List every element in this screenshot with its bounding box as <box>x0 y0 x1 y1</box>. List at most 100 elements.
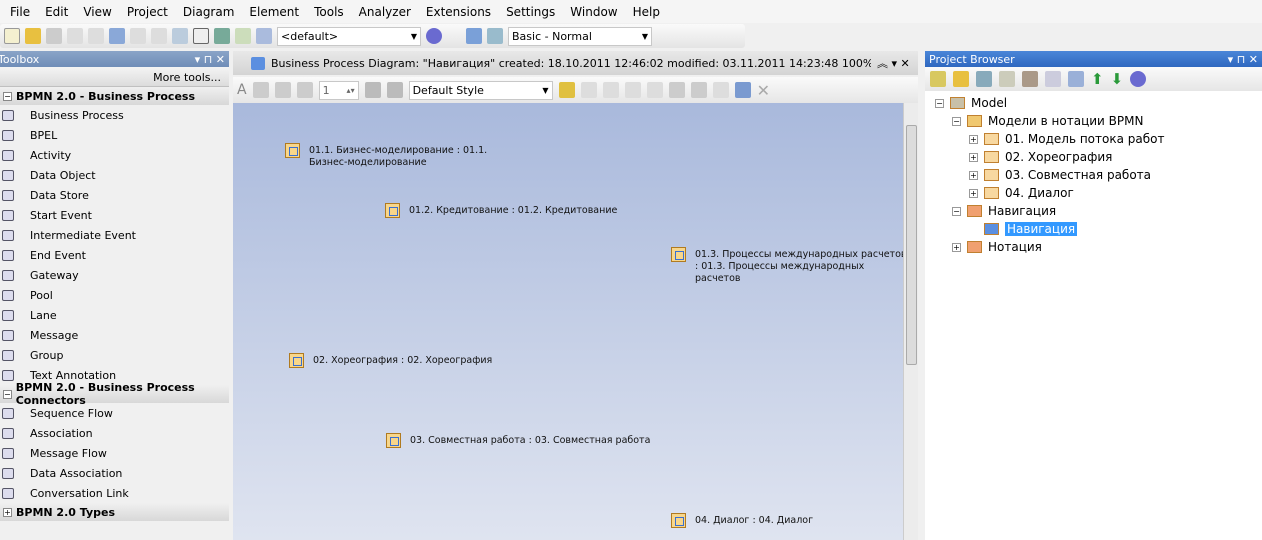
line-width-stepper[interactable]: 1 ▴▾ <box>318 80 359 100</box>
toolbox-item[interactable]: Conversation Link <box>0 483 229 503</box>
panel-controls[interactable]: ▾ ⊓ ✕ <box>1228 53 1258 66</box>
expand-icon[interactable]: + <box>969 170 978 180</box>
toolbox-item[interactable]: Association <box>0 423 229 443</box>
diagram-node[interactable]: 02. Хореография : 02. Хореография <box>289 353 589 368</box>
align-right-icon[interactable] <box>602 82 619 98</box>
tab-controls[interactable]: ︽ ▾ ✕ <box>877 55 910 71</box>
expand-icon[interactable]: + <box>3 507 12 517</box>
layout-icon[interactable] <box>712 82 729 98</box>
expand-icon[interactable] <box>969 225 978 234</box>
copy-icon[interactable] <box>88 28 104 44</box>
scroll-thumb[interactable] <box>906 125 917 365</box>
print-icon[interactable] <box>214 28 230 44</box>
menu-tools[interactable]: Tools <box>314 5 344 19</box>
cut-icon[interactable] <box>67 28 83 44</box>
page-setup-icon[interactable] <box>193 28 209 44</box>
tree-item[interactable]: Навигация <box>969 220 1078 238</box>
menu-element[interactable]: Element <box>249 5 299 19</box>
toolbox-group-header[interactable]: − BPMN 2.0 - Business Process <box>0 87 229 105</box>
redo-icon[interactable] <box>151 28 167 44</box>
menu-settings[interactable]: Settings <box>506 5 555 19</box>
expand-icon[interactable]: − <box>3 389 12 399</box>
expand-icon[interactable]: − <box>952 116 961 126</box>
diagram-node[interactable]: 01.3. Процессы международных расчетов : … <box>671 247 911 285</box>
font-color-icon[interactable] <box>252 82 269 98</box>
toolbox-item[interactable]: Data Store <box>0 185 229 205</box>
toolbox-item[interactable]: Data Object <box>0 165 229 185</box>
toolbox-group-header[interactable]: − BPMN 2.0 - Business Process Connectors <box>0 381 229 407</box>
diagram-node[interactable]: 03. Совместная работа : 03. Совместная р… <box>386 433 686 448</box>
new-diagram-icon[interactable] <box>976 71 992 87</box>
format-painter-icon[interactable] <box>364 82 381 98</box>
find-icon[interactable] <box>235 28 251 44</box>
print-preview-icon[interactable] <box>172 28 188 44</box>
more-tools-button[interactable]: More tools... <box>0 67 229 87</box>
diagram-canvas[interactable]: 01.1. Бизнес-моделирование : 01.1. Бизне… <box>233 103 907 540</box>
help-icon[interactable] <box>1130 71 1147 87</box>
save-icon[interactable] <box>46 28 62 44</box>
search-model-icon[interactable] <box>256 28 272 44</box>
same-height-icon[interactable] <box>690 82 707 98</box>
menu-file[interactable]: File <box>10 5 30 19</box>
menu-help[interactable]: Help <box>633 5 660 19</box>
eyedropper-icon[interactable] <box>386 82 403 98</box>
menu-diagram[interactable]: Diagram <box>183 5 235 19</box>
toolbox-item[interactable]: Gateway <box>0 265 229 285</box>
expand-icon[interactable]: + <box>952 242 961 252</box>
find-in-browser-icon[interactable] <box>1022 71 1038 87</box>
tree-item[interactable]: − Модели в нотации BPMN <box>952 112 1143 130</box>
style-select[interactable]: Default Style ▼ <box>408 80 553 100</box>
line-color-icon[interactable] <box>296 82 313 98</box>
toolbox-item[interactable]: End Event <box>0 245 229 265</box>
properties-icon[interactable] <box>734 82 751 98</box>
view-options-icon[interactable] <box>1068 71 1084 87</box>
toolbox-group-header[interactable]: + BPMN 2.0 Types <box>0 503 229 521</box>
menu-edit[interactable]: Edit <box>45 5 68 19</box>
toolbox-item[interactable]: Pool <box>0 285 229 305</box>
menu-project[interactable]: Project <box>127 5 168 19</box>
new-element-icon[interactable] <box>999 71 1015 87</box>
expand-icon[interactable]: + <box>969 188 978 198</box>
toolbox-item[interactable]: Start Event <box>0 205 229 225</box>
align-left-icon[interactable] <box>580 82 597 98</box>
expand-icon[interactable]: − <box>3 91 12 101</box>
expand-icon[interactable]: + <box>969 134 978 144</box>
toolbox-item[interactable]: Data Association <box>0 463 229 483</box>
diagram-tab[interactable]: Business Process Diagram: "Навигация" cr… <box>233 51 918 75</box>
tree-item[interactable]: +03. Совместная работа <box>969 166 1151 184</box>
new-package-icon[interactable] <box>953 71 969 87</box>
toolbox-item[interactable]: Activity <box>0 145 229 165</box>
move-down-icon[interactable]: ⬇ <box>1111 70 1124 88</box>
tree-item[interactable]: +02. Хореография <box>969 148 1112 166</box>
menu-extensions[interactable]: Extensions <box>426 5 491 19</box>
expand-icon[interactable]: + <box>969 152 978 162</box>
tree-item[interactable]: +04. Диалог <box>969 184 1074 202</box>
edit-icon[interactable] <box>1045 71 1061 87</box>
diagram-node[interactable]: 01.1. Бизнес-моделирование : 01.1. Бизне… <box>285 143 525 169</box>
tree-item[interactable]: +01. Модель потока работ <box>969 130 1164 148</box>
toolbox-item[interactable]: Group <box>0 345 229 365</box>
expand-icon[interactable]: − <box>935 98 944 108</box>
help-icon[interactable] <box>426 28 442 44</box>
paste-icon[interactable] <box>109 28 125 44</box>
toolbox-item[interactable]: Message Flow <box>0 443 229 463</box>
new-model-icon[interactable] <box>930 71 946 87</box>
same-width-icon[interactable] <box>668 82 685 98</box>
toolbox-item[interactable]: BPEL <box>0 125 229 145</box>
tree-item[interactable]: + Нотация <box>952 238 1042 256</box>
move-up-icon[interactable]: ⬆ <box>1091 70 1104 88</box>
toolbox-item[interactable]: Business Process <box>0 105 229 125</box>
menu-window[interactable]: Window <box>570 5 617 19</box>
menu-view[interactable]: View <box>83 5 111 19</box>
toolbox-item[interactable]: Message <box>0 325 229 345</box>
expand-icon[interactable]: − <box>952 206 961 216</box>
workspace-select[interactable]: Basic - Normal ▼ <box>508 26 652 46</box>
workspace-icon[interactable] <box>487 28 503 44</box>
align-top-icon[interactable] <box>624 82 641 98</box>
perspective-select[interactable]: <default> ▼ <box>277 26 421 46</box>
panel-controls[interactable]: ▾ ⊓ ✕ <box>195 53 225 66</box>
new-project-icon[interactable] <box>4 28 20 44</box>
font-icon[interactable]: A <box>237 82 247 98</box>
diagram-node[interactable]: 01.2. Кредитование : 01.2. Кредитование <box>385 203 685 218</box>
delete-icon[interactable]: ✕ <box>757 81 770 100</box>
